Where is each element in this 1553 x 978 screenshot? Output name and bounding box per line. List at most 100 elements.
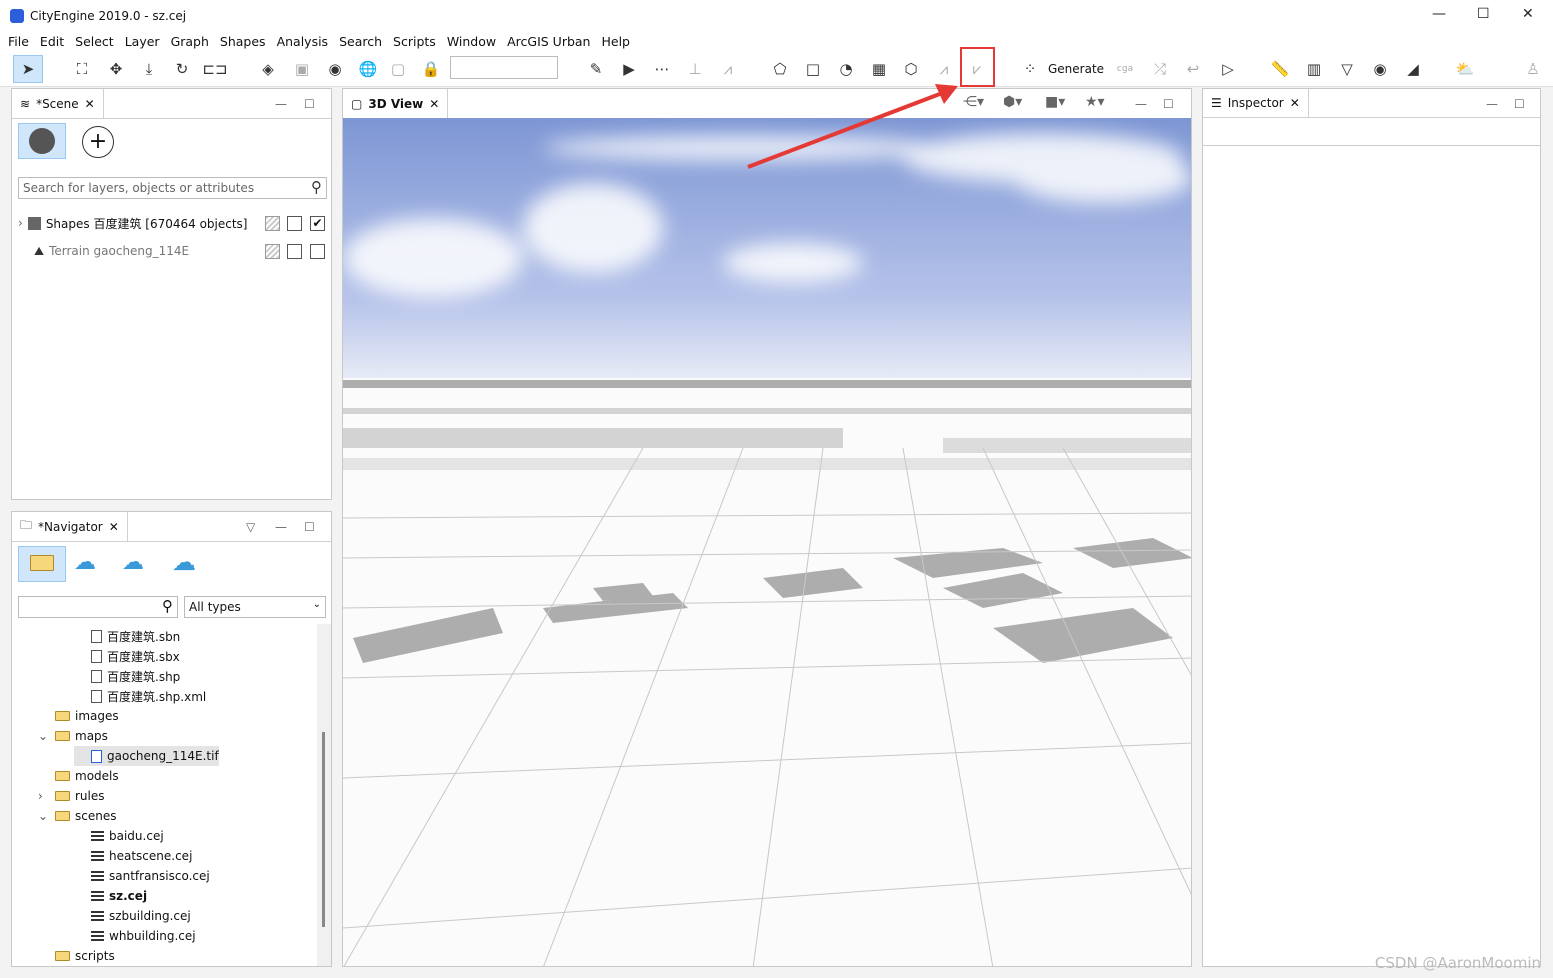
rotate-tool-button[interactable]: ↻	[170, 57, 194, 81]
expand-icon[interactable]: ⌄	[38, 729, 50, 743]
menu-select[interactable]: Select	[75, 34, 114, 49]
distance-tool-button[interactable]: 📏	[1268, 57, 1292, 81]
polygon-street-button[interactable]: ✎	[584, 57, 608, 81]
menu-window[interactable]: Window	[447, 34, 496, 49]
minimize-button[interactable]: —	[1432, 6, 1446, 22]
bookmarks-button[interactable]: ★▾	[1085, 94, 1105, 110]
layer-search-input[interactable]: Search for layers, objects or attributes…	[18, 177, 327, 199]
layer-visible-checkbox[interactable]	[310, 244, 325, 259]
light-settings-button[interactable]: ⛅	[1453, 57, 1477, 81]
search-icon[interactable]: ⚲	[311, 178, 322, 196]
maximize-panel-button[interactable]: ☐	[304, 97, 315, 111]
georeference-button[interactable]: 🌐	[356, 57, 380, 81]
menu-edit[interactable]: Edit	[40, 34, 64, 49]
minimize-panel-button[interactable]: —	[275, 520, 287, 534]
navigator-search-input[interactable]: ⚲	[18, 596, 178, 618]
layer-color-swatch[interactable]	[265, 244, 280, 259]
tree-item[interactable]: gaocheng_114E.tif	[74, 746, 219, 766]
tree-item[interactable]: 百度建筑.shp	[74, 666, 180, 686]
street-tool-button[interactable]: ▶	[617, 57, 641, 81]
clean-shapes-button[interactable]: ⬡	[899, 57, 923, 81]
viewshed-button[interactable]: ▽	[1335, 57, 1359, 81]
layers-button[interactable]	[18, 123, 66, 159]
tab-3d-view[interactable]: ▢ 3D View ✕	[343, 89, 449, 119]
select-tool-button[interactable]: ➤	[13, 55, 43, 83]
tree-item[interactable]: whbuilding.cej	[74, 926, 196, 946]
menu-scripts[interactable]: Scripts	[393, 34, 436, 49]
close-icon[interactable]: ✕	[429, 97, 439, 111]
toolbar-input[interactable]	[450, 56, 558, 79]
tree-item[interactable]: santfransisco.cej	[74, 866, 210, 886]
texture-button[interactable]: ▦	[867, 57, 891, 81]
groups-button[interactable]: ☁	[122, 550, 144, 575]
tree-item[interactable]: ⌄ scenes	[38, 806, 116, 826]
scrollbar[interactable]	[317, 624, 331, 966]
expand-icon[interactable]: ⌄	[38, 809, 50, 823]
tree-item[interactable]: › rules	[38, 786, 105, 806]
camera-button[interactable]: ■▾	[1045, 94, 1065, 110]
tree-item[interactable]: images	[38, 706, 119, 726]
close-icon[interactable]: ✕	[1290, 96, 1300, 110]
align-graph-terrain-button[interactable]: ⩘	[716, 57, 740, 81]
menu-layer[interactable]: Layer	[125, 34, 160, 49]
expand-icon[interactable]: ›	[38, 789, 50, 803]
frame-selection-button[interactable]: ⛶	[70, 57, 94, 81]
tree-item[interactable]: szbuilding.cej	[74, 906, 191, 926]
maximize-button[interactable]: ☐	[1477, 6, 1490, 22]
expand-icon[interactable]: ›	[18, 216, 23, 230]
minimize-panel-button[interactable]: —	[275, 97, 287, 111]
view-menu-button[interactable]: ▽	[246, 520, 255, 534]
polygon-shape-button[interactable]: ⬠	[768, 57, 792, 81]
close-button[interactable]: ✕	[1522, 6, 1534, 22]
tree-item[interactable]: sz.cej	[74, 886, 147, 906]
layer-row-shapes[interactable]: › Shapes 百度建筑 [670464 objects]	[18, 213, 248, 233]
align-shapes-terrain-button[interactable]: ⩘	[932, 57, 956, 81]
pointer-button[interactable]: ▷	[1216, 57, 1240, 81]
menu-shapes[interactable]: Shapes	[220, 34, 266, 49]
lock-button[interactable]: 🔒	[419, 57, 443, 81]
tree-item[interactable]: 百度建筑.sbx	[74, 646, 180, 666]
scrollbar-thumb[interactable]	[322, 732, 325, 927]
layer-visible-checkbox[interactable]: ✔	[310, 216, 325, 231]
maximize-panel-button[interactable]: ☐	[1514, 97, 1525, 111]
tab-inspector[interactable]: ☰ Inspector ✕	[1203, 88, 1309, 118]
reset-button[interactable]: ↩	[1181, 57, 1205, 81]
close-icon[interactable]: ✕	[109, 520, 119, 534]
layer-color-swatch[interactable]	[265, 216, 280, 231]
menu-help[interactable]: Help	[601, 34, 630, 49]
tree-item[interactable]: ⌄ maps	[38, 726, 108, 746]
align-button[interactable]: ▣	[290, 57, 314, 81]
layer-row-terrain[interactable]: ⛰ Terrain gaocheng_114E	[34, 241, 189, 261]
close-icon[interactable]: ✕	[85, 97, 95, 111]
tree-item[interactable]: scripts	[38, 946, 115, 966]
maximize-panel-button[interactable]: ☐	[304, 520, 315, 534]
move-down-tool-button[interactable]: ⤓	[137, 57, 161, 81]
3d-viewport[interactable]	[343, 118, 1192, 967]
menu-analysis[interactable]: Analysis	[277, 34, 329, 49]
area-tool-button[interactable]: ▥	[1302, 57, 1326, 81]
search-icon[interactable]: ⚲	[162, 597, 173, 615]
generate-button[interactable]: Generate	[1048, 62, 1104, 76]
street-curve-button[interactable]: ⋯	[650, 57, 674, 81]
type-filter-select[interactable]: All types ⌄	[184, 596, 326, 618]
move-tool-button[interactable]: ✥	[104, 57, 128, 81]
menu-search[interactable]: Search	[339, 34, 382, 49]
view-corridor-button[interactable]: ◢	[1401, 57, 1425, 81]
tree-item[interactable]: baidu.cej	[74, 826, 164, 846]
menu-graph[interactable]: Graph	[171, 34, 209, 49]
tree-item[interactable]: heatscene.cej	[74, 846, 192, 866]
view-dome-button[interactable]: ◉	[1368, 57, 1392, 81]
transform-tool-button[interactable]: ◈	[256, 57, 280, 81]
layer-lock-checkbox[interactable]	[287, 216, 302, 231]
scale-tool-button[interactable]: ⊏⊐	[202, 57, 227, 81]
menu-arcgis-urban[interactable]: ArcGIS Urban	[507, 34, 590, 49]
rectangle-shape-button[interactable]: □	[801, 57, 825, 81]
tree-item[interactable]: 百度建筑.shp.xml	[74, 686, 206, 706]
portal-button[interactable]: ☁	[74, 550, 96, 575]
clean-graph-button[interactable]: ⊥	[683, 57, 707, 81]
add-layer-button[interactable]: +	[82, 126, 114, 158]
orbit-button[interactable]: ◉	[323, 57, 347, 81]
menu-file[interactable]: File	[8, 34, 29, 49]
local-files-button[interactable]	[18, 546, 66, 582]
tree-item[interactable]: 百度建筑.sbn	[74, 626, 180, 646]
